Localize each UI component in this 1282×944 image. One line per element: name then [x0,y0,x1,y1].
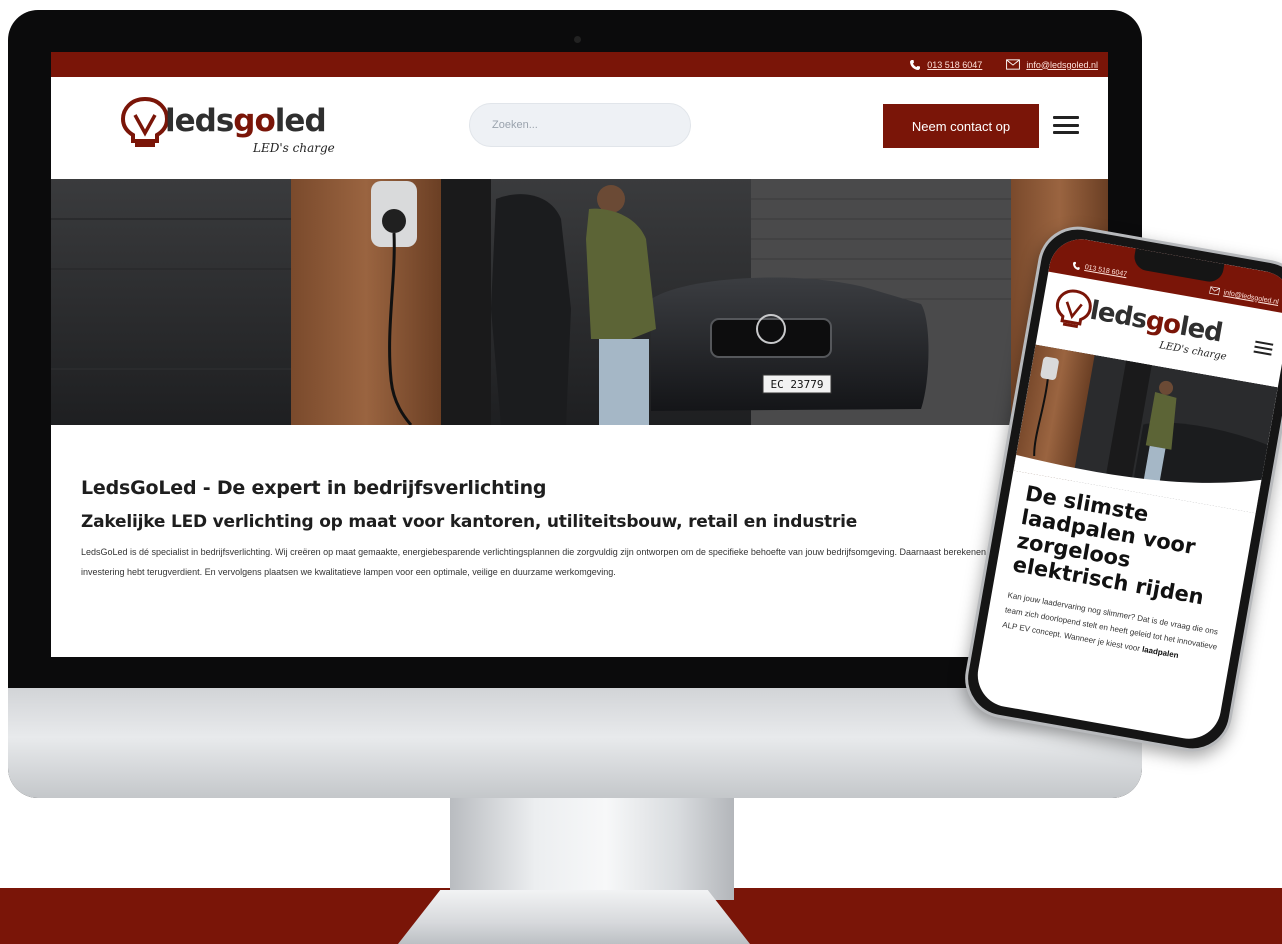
phone-number: 013 518 6047 [927,59,983,70]
phone-link[interactable]: 013 518 6047 [909,59,982,71]
logo-wordmark: ledsgoled [165,103,327,139]
mobile-logo-wordmark: ledsgoled [1087,295,1225,349]
top-contact-bar: 013 518 6047 info@ledsgoled.nl [51,52,1108,77]
imac-stand-foot [398,890,750,944]
hero-image: EC 23779 [51,179,1108,425]
mail-icon [1209,286,1221,296]
intro-section: LedsGoLed - De expert in bedrijfsverlich… [51,425,1108,582]
desktop-screen: 013 518 6047 info@ledsgoled.nl ledsgoled [51,52,1108,657]
intro-paragraph: LedsGoLed is dé specialist in bedrijfsve… [81,547,1056,577]
logo-tagline: LED's charge [253,141,335,155]
search-input[interactable]: Zoeken... [469,103,691,147]
hamburger-icon[interactable] [1053,116,1079,134]
license-plate: EC 23779 [771,378,824,391]
contact-button[interactable]: Neem contact op [883,104,1039,148]
site-header: ledsgoled LED's charge Zoeken... Neem co… [51,77,1108,179]
mail-icon [1006,59,1021,70]
mobile-hamburger-icon[interactable] [1253,340,1274,356]
email-address: info@ledsgoled.nl [1026,59,1098,70]
email-link[interactable]: info@ledsgoled.nl [1006,59,1098,70]
monitor-chin [8,688,1142,798]
phone-icon [1073,261,1080,271]
search-placeholder: Zoeken... [492,119,538,131]
site-logo[interactable]: ledsgoled LED's charge [111,89,341,169]
page-subtitle: Zakelijke LED verlichting op maat voor k… [81,512,858,532]
page-title: LedsGoLed - De expert in bedrijfsverlich… [81,477,547,499]
phone-icon [910,59,921,70]
imac-stand-neck [450,790,734,900]
camera-icon [574,36,581,43]
mobile-paragraph-bold[interactable]: laadpalen [1141,645,1179,660]
hero-photo: EC 23779 [51,179,1108,425]
mobile-phone-number: 013 518 6047 [1084,263,1128,279]
